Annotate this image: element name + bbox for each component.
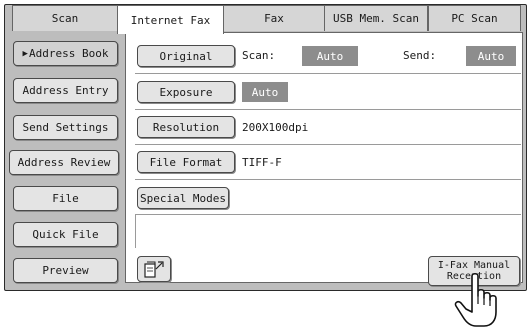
send-settings-button[interactable]: Send Settings: [13, 115, 118, 140]
ifax-line1: I-Fax Manual: [437, 260, 511, 271]
file-format-value: TIFF-F: [242, 156, 282, 169]
address-entry-label: Address Entry: [22, 84, 109, 97]
tab-internet-fax[interactable]: Internet Fax: [117, 5, 224, 34]
address-review-label: Address Review: [17, 156, 111, 169]
scan-value: Auto: [302, 46, 358, 66]
tab-scan[interactable]: Scan: [12, 5, 118, 31]
tab-internet-fax-label: Internet Fax: [130, 13, 211, 27]
preview-button[interactable]: Preview: [13, 258, 118, 283]
address-book-button[interactable]: ▶ Address Book: [13, 41, 118, 66]
resolution-label: Resolution: [152, 120, 220, 134]
scan-value-text: Auto: [316, 49, 344, 63]
tab-scan-label: Scan: [51, 12, 79, 25]
send-value-text: Auto: [477, 49, 505, 63]
file-label: File: [52, 192, 79, 205]
resolution-value: 200X100dpi: [242, 121, 309, 134]
left-divider: [135, 214, 136, 248]
row-divider: [135, 144, 521, 145]
tab-fax-label: Fax: [264, 12, 284, 25]
page-rotate-icon: [144, 261, 164, 278]
address-book-label: Address Book: [28, 47, 109, 60]
tab-usb-mem-scan-label: USB Mem. Scan: [332, 12, 420, 25]
file-format-button[interactable]: File Format: [137, 151, 235, 173]
original-button[interactable]: Original: [137, 45, 235, 67]
exposure-value-text: Auto: [251, 85, 279, 99]
send-settings-label: Send Settings: [22, 121, 109, 134]
send-value: Auto: [466, 46, 516, 66]
tab-fax[interactable]: Fax: [222, 5, 326, 31]
resolution-button[interactable]: Resolution: [137, 116, 235, 138]
exposure-button[interactable]: Exposure: [137, 81, 235, 103]
quick-file-label: Quick File: [32, 228, 99, 241]
special-modes-label: Special Modes: [139, 191, 227, 205]
selected-triangle-icon: ▶: [22, 48, 28, 59]
pointing-hand-icon: [454, 272, 497, 327]
file-format-label: File Format: [149, 155, 223, 169]
quick-file-button[interactable]: Quick File: [13, 222, 118, 247]
file-button[interactable]: File: [13, 186, 118, 211]
original-label: Original: [159, 49, 213, 63]
tab-pc-scan[interactable]: PC Scan: [428, 5, 521, 31]
exposure-value: Auto: [242, 82, 288, 102]
row-divider: [135, 214, 521, 215]
special-modes-button[interactable]: Special Modes: [137, 187, 229, 209]
tab-pc-scan-label: PC Scan: [451, 12, 498, 25]
scan-label: Scan:: [242, 49, 276, 62]
address-review-button[interactable]: Address Review: [9, 150, 119, 175]
row-divider: [135, 73, 521, 74]
preview-label: Preview: [42, 264, 89, 277]
row-divider: [135, 179, 521, 180]
tab-usb-mem-scan[interactable]: USB Mem. Scan: [324, 5, 428, 31]
address-entry-button[interactable]: Address Entry: [13, 78, 118, 103]
page-rotate-button[interactable]: [137, 256, 171, 282]
send-label: Send:: [403, 49, 437, 62]
row-divider: [135, 109, 521, 110]
exposure-label: Exposure: [159, 85, 213, 99]
